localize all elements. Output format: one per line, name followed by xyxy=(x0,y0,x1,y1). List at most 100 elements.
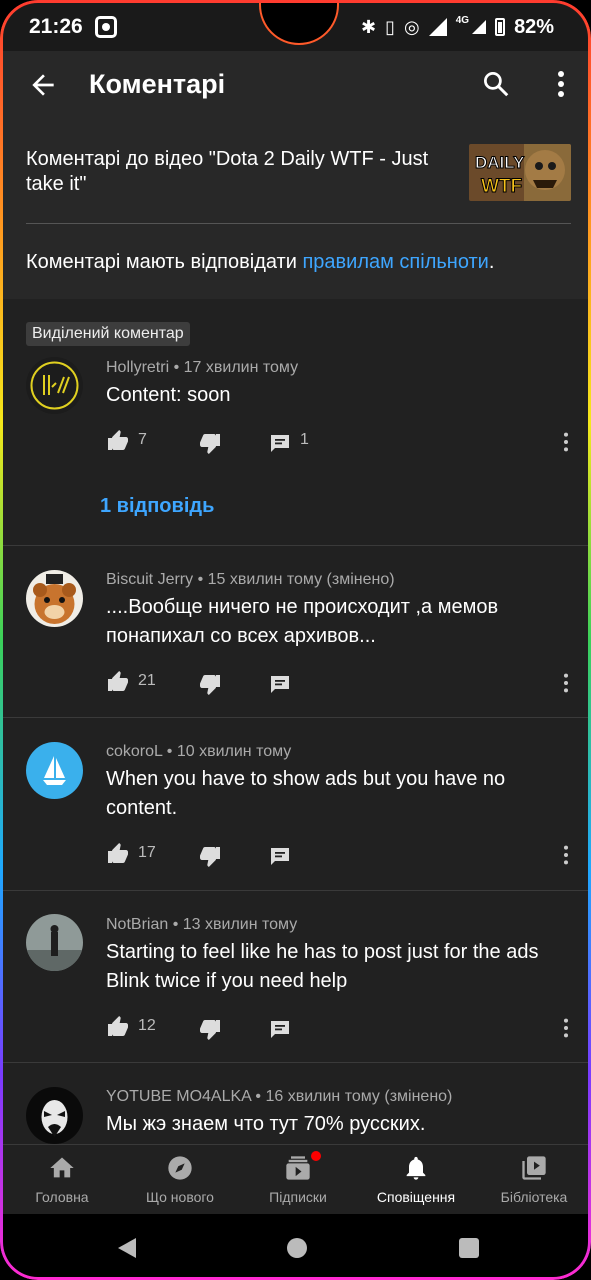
back-button[interactable] xyxy=(27,69,59,101)
comment-item: cokoroL • 10 хвилин тому When you have t… xyxy=(3,718,588,891)
thumbnail-image: DAILY WTF xyxy=(469,144,571,201)
avatar-image xyxy=(26,570,83,627)
comment-meta: YOTUBE MO4ALKA • 16 хвилин тому (змінено… xyxy=(106,1088,452,1106)
comment-actions: 17 xyxy=(106,842,576,868)
avatar[interactable] xyxy=(26,357,83,414)
library-icon xyxy=(522,1156,546,1180)
status-time: 21:26 xyxy=(29,15,83,38)
comment-text: Starting to feel like he has to post jus… xyxy=(106,941,539,992)
comment-item: NotBrian • 13 хвилин тому Starting to fe… xyxy=(3,891,588,1063)
search-button[interactable] xyxy=(481,69,511,99)
view-replies-link[interactable]: 1 відповідь xyxy=(100,495,214,518)
system-recents-button[interactable] xyxy=(459,1238,479,1258)
avatar-image xyxy=(26,742,83,799)
system-home-button[interactable] xyxy=(287,1238,307,1258)
subscriptions-icon xyxy=(286,1156,310,1180)
nav-subscriptions[interactable]: Підписки xyxy=(239,1145,357,1215)
like-count: 17 xyxy=(138,844,156,861)
nav-explore[interactable]: Що нового xyxy=(121,1145,239,1215)
like-icon[interactable] xyxy=(106,429,130,453)
search-icon xyxy=(484,72,509,97)
comment-text: Мы жэ знаем что тут 70% русских. xyxy=(106,1113,426,1135)
vibrate-icon: ▯ xyxy=(385,17,395,37)
more-vert-icon xyxy=(558,71,564,97)
system-back-icon[interactable] xyxy=(116,1236,138,1260)
reply-icon[interactable] xyxy=(268,844,292,868)
comment-time: 15 хвилин тому (змінено) xyxy=(207,571,395,588)
reply-icon[interactable] xyxy=(268,1017,292,1041)
avatar[interactable] xyxy=(26,914,83,971)
comment-meta: Biscuit Jerry • 15 хвилин тому (змінено) xyxy=(106,571,395,589)
pinned-comment-badge: Виділений коментар xyxy=(26,322,190,346)
comment-time: 16 хвилин тому (змінено) xyxy=(265,1088,453,1105)
like-count: 21 xyxy=(138,672,156,689)
dislike-icon[interactable] xyxy=(198,1017,222,1041)
meta-separator: • xyxy=(166,743,173,760)
explore-icon xyxy=(168,1156,192,1180)
screen-record-icon xyxy=(95,16,117,38)
comment-actions: 12 xyxy=(106,1015,576,1041)
meta-separator: • xyxy=(197,571,204,588)
battery-percent: 82% xyxy=(514,15,555,38)
nav-library[interactable]: Бібліотека xyxy=(475,1145,588,1215)
comment-author[interactable]: Hollyretri xyxy=(106,359,169,376)
like-count: 7 xyxy=(138,431,147,448)
comment-actions: 21 xyxy=(106,670,576,696)
dislike-icon[interactable] xyxy=(198,844,222,868)
like-icon[interactable] xyxy=(106,842,130,866)
bell-icon xyxy=(406,1156,426,1180)
comment-more-icon[interactable] xyxy=(561,1017,571,1039)
nav-library-label: Бібліотека xyxy=(500,1189,568,1205)
comment-more-icon[interactable] xyxy=(561,844,571,866)
comment-author[interactable]: YOTUBE MO4ALKA xyxy=(106,1088,251,1105)
reply-icon[interactable] xyxy=(268,431,292,455)
community-rules-link[interactable]: правилам спільноти xyxy=(302,251,488,273)
comment-actions: 7 1 xyxy=(106,429,576,455)
comment-author[interactable]: cokoroL xyxy=(106,743,162,760)
avatar-image xyxy=(26,357,83,414)
comment-author[interactable]: NotBrian xyxy=(106,916,168,933)
comment-item: Виділений коментар Hollyretri • 17 хвили… xyxy=(3,299,588,546)
avatar-image xyxy=(26,914,83,971)
avatar[interactable] xyxy=(26,570,83,627)
video-thumbnail[interactable]: DAILY WTF xyxy=(469,144,571,201)
home-icon xyxy=(50,1157,74,1178)
screen: 21:26 ✱ ▯ ◎ 4G 82% Коментарі Коментарі д… xyxy=(0,0,591,1280)
nav-notifications[interactable]: Сповіщення xyxy=(357,1145,475,1215)
battery-icon xyxy=(495,18,506,36)
reply-count: 1 xyxy=(300,431,309,448)
comment-more-icon[interactable] xyxy=(561,431,571,453)
network-type: 4G xyxy=(455,14,470,26)
nav-notifications-label: Сповіщення xyxy=(376,1189,456,1205)
comment-more-icon[interactable] xyxy=(561,672,571,694)
meta-separator: • xyxy=(255,1088,261,1105)
status-bar: 21:26 ✱ ▯ ◎ 4G 82% xyxy=(3,3,588,51)
nav-home[interactable]: Головна xyxy=(3,1145,121,1215)
more-options-button[interactable] xyxy=(551,69,571,99)
video-caption[interactable]: Коментарі до відео "Dota 2 Daily WTF - J… xyxy=(26,147,446,197)
comment-text: When you have to show ads but you have n… xyxy=(106,768,506,819)
rules-suffix: . xyxy=(488,251,495,273)
nav-subscriptions-label: Підписки xyxy=(269,1189,327,1205)
reply-icon[interactable] xyxy=(268,672,292,696)
comment-meta: Hollyretri • 17 хвилин тому xyxy=(106,359,298,377)
comment-time: 17 хвилин тому xyxy=(183,359,299,376)
bottom-navigation: Головна Що нового Підписки Сповіщення Бі… xyxy=(3,1144,588,1215)
comment-time: 10 хвилин тому xyxy=(176,743,292,760)
comment-author[interactable]: Biscuit Jerry xyxy=(106,571,193,588)
like-icon[interactable] xyxy=(106,670,130,694)
thumbnail-title-2: WTF xyxy=(481,176,522,197)
comments-list: Виділений коментар Hollyretri • 17 хвили… xyxy=(3,299,588,1144)
thumbnail-title-1: DAILY xyxy=(475,153,525,172)
avatar[interactable] xyxy=(26,742,83,799)
avatar[interactable] xyxy=(26,1087,83,1144)
back-arrow-icon xyxy=(32,74,54,96)
dislike-icon[interactable] xyxy=(198,431,222,455)
nav-explore-label: Що нового xyxy=(146,1189,214,1205)
meta-separator: • xyxy=(173,359,180,376)
like-icon[interactable] xyxy=(106,1015,130,1039)
dislike-icon[interactable] xyxy=(198,672,222,696)
wifi-signal-icon xyxy=(428,18,447,36)
cell-signal-icon xyxy=(472,20,487,34)
comment-item: YOTUBE MO4ALKA • 16 хвилин тому (змінено… xyxy=(3,1063,588,1144)
